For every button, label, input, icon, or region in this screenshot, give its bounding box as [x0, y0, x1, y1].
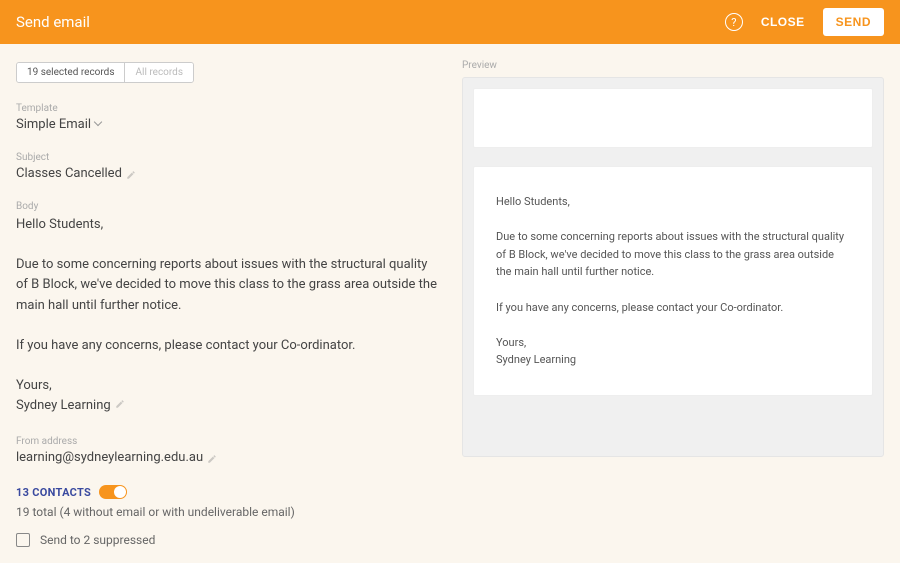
body-field: Body Hello Students, Due to some concern…: [16, 201, 438, 416]
suppressed-row: Send to 2 suppressed: [16, 533, 438, 547]
preview-box: Hello Students, Due to some concerning r…: [462, 77, 884, 457]
from-field: From address learning@sydneylearning.edu…: [16, 436, 438, 465]
preview-header-placeholder: [473, 88, 873, 148]
contacts-row: 13 CONTACTS: [16, 485, 438, 499]
close-button[interactable]: CLOSE: [761, 15, 805, 29]
from-value[interactable]: learning@sydneylearning.edu.au: [16, 450, 438, 465]
body-text[interactable]: Hello Students, Due to some concerning r…: [16, 215, 438, 416]
contacts-count: 13 CONTACTS: [16, 486, 91, 499]
from-text: learning@sydneylearning.edu.au: [16, 450, 203, 465]
record-tabs: 19 selected records All records: [16, 62, 194, 83]
subject-field: Subject Classes Cancelled: [16, 152, 438, 181]
chevron-down-icon: [95, 121, 103, 129]
help-icon[interactable]: ?: [725, 13, 743, 31]
header-actions: ? CLOSE SEND: [725, 8, 884, 36]
body-content: Hello Students, Due to some concerning r…: [16, 217, 440, 413]
template-value[interactable]: Simple Email: [16, 117, 438, 132]
preview-column: Preview Hello Students, Due to some conc…: [462, 60, 884, 547]
pencil-icon: [126, 169, 136, 179]
suppressed-label: Send to 2 suppressed: [40, 533, 155, 547]
subject-text: Classes Cancelled: [16, 166, 122, 181]
template-field: Template Simple Email: [16, 103, 438, 132]
preview-label: Preview: [462, 60, 884, 71]
pencil-icon: [115, 396, 125, 406]
subject-value[interactable]: Classes Cancelled: [16, 166, 438, 181]
send-button[interactable]: SEND: [823, 8, 884, 36]
form-column: 19 selected records All records Template…: [16, 60, 438, 547]
content: 19 selected records All records Template…: [0, 44, 900, 563]
subject-label: Subject: [16, 152, 438, 163]
template-label: Template: [16, 103, 438, 114]
suppressed-checkbox[interactable]: [16, 533, 30, 547]
from-label: From address: [16, 436, 438, 447]
body-label: Body: [16, 201, 438, 212]
tab-all-records[interactable]: All records: [124, 63, 193, 82]
contacts-toggle[interactable]: [99, 485, 127, 499]
header: Send email ? CLOSE SEND: [0, 0, 900, 44]
preview-email-body: Hello Students, Due to some concerning r…: [473, 166, 873, 396]
contacts-note: 19 total (4 without email or with undeli…: [16, 505, 438, 519]
template-text: Simple Email: [16, 117, 91, 132]
tab-selected-records[interactable]: 19 selected records: [17, 63, 124, 82]
pencil-icon: [207, 453, 217, 463]
page-title: Send email: [16, 13, 90, 31]
